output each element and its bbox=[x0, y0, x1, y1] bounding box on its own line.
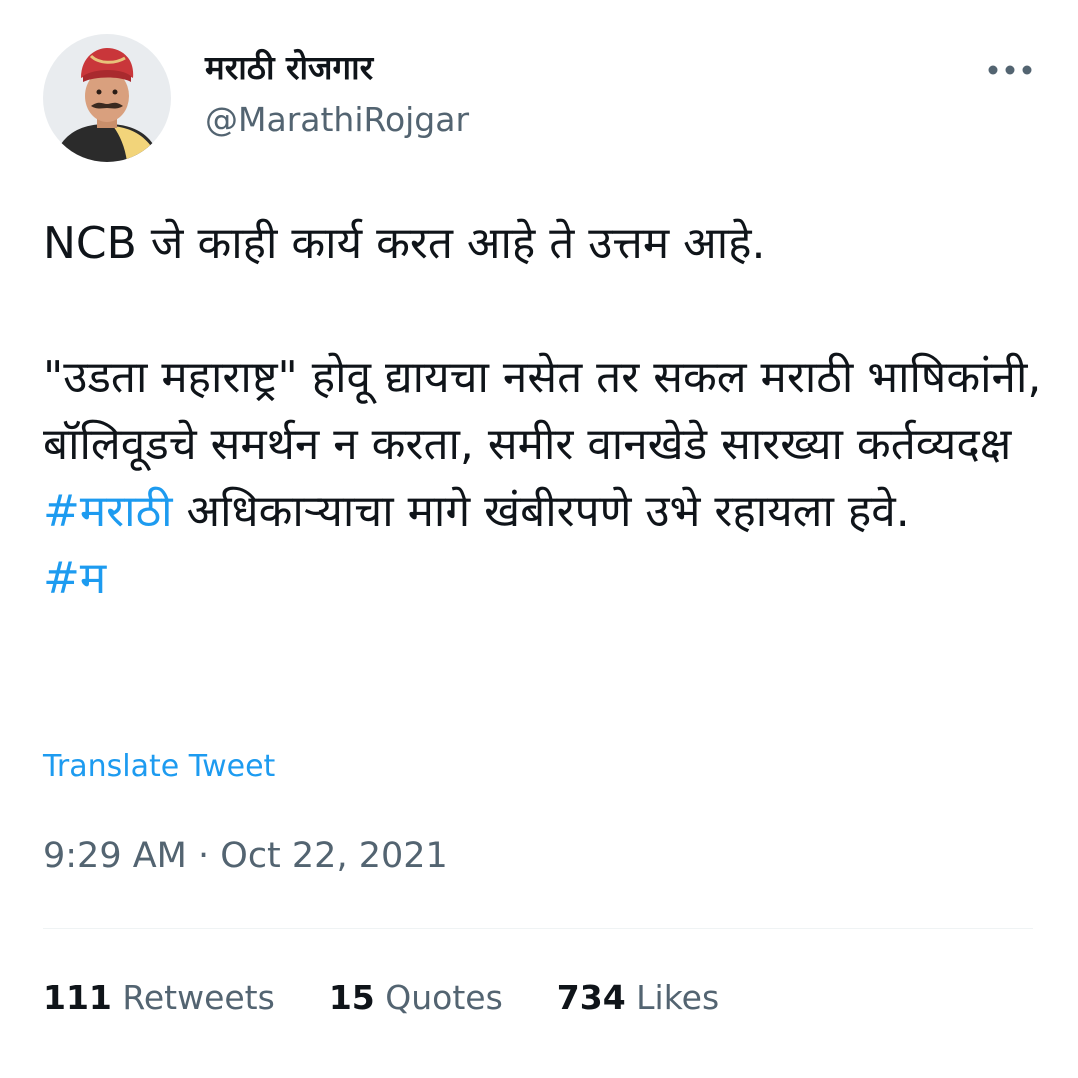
tweet-timestamp: 9:29 AM · Oct 22, 2021 bbox=[43, 836, 448, 876]
tweet-text-paragraph-2: "उडता महाराष्ट्र" होवू द्यायचा नसेत तर स… bbox=[43, 344, 1043, 612]
retweets-count: 111 bbox=[43, 978, 112, 1017]
divider bbox=[43, 928, 1033, 929]
tweet-text-body-end: अधिकाऱ्याचा मागे खंबीरपणे उभे रहायला हवे… bbox=[172, 486, 910, 537]
quotes-stat[interactable]: 15 Quotes bbox=[329, 978, 503, 1017]
likes-label: Likes bbox=[636, 978, 720, 1017]
timestamp-time[interactable]: 9:29 AM bbox=[43, 836, 187, 876]
display-name[interactable]: मराठी रोजगार bbox=[205, 44, 373, 89]
likes-stat[interactable]: 734 Likes bbox=[557, 978, 719, 1017]
tweet-text: NCB जे काही कार्य करत आहे ते उत्तम आहे. … bbox=[43, 210, 1043, 612]
user-avatar-portrait-icon bbox=[43, 34, 171, 162]
tweet-header: मराठी रोजगार @MarathiRojgar bbox=[0, 0, 1078, 200]
timestamp-separator: · bbox=[186, 836, 221, 876]
hashtag-link-marathi[interactable]: #मराठी bbox=[43, 486, 173, 537]
likes-count: 734 bbox=[556, 978, 626, 1017]
translate-tweet-link[interactable]: Translate Tweet bbox=[43, 749, 275, 784]
more-options-button[interactable] bbox=[982, 52, 1038, 88]
hashtag-link-ma[interactable]: #म bbox=[43, 553, 106, 604]
more-horizontal-icon bbox=[988, 65, 1032, 75]
avatar[interactable] bbox=[43, 34, 171, 162]
tweet-text-body: "उडता महाराष्ट्र" होवू द्यायचा नसेत तर स… bbox=[43, 352, 1042, 470]
timestamp-date[interactable]: Oct 22, 2021 bbox=[220, 836, 448, 876]
retweets-stat[interactable]: 111 Retweets bbox=[43, 978, 275, 1017]
quotes-label: Quotes bbox=[385, 978, 503, 1017]
engagement-stats: 111 Retweets 15 Quotes 734 Likes bbox=[43, 978, 773, 1017]
username-handle[interactable]: @MarathiRojgar bbox=[205, 100, 469, 139]
tweet-text-line-1: NCB जे काही कार्य करत आहे ते उत्तम आहे. bbox=[43, 218, 766, 269]
quotes-count: 15 bbox=[328, 978, 375, 1017]
retweets-label: Retweets bbox=[122, 978, 275, 1017]
